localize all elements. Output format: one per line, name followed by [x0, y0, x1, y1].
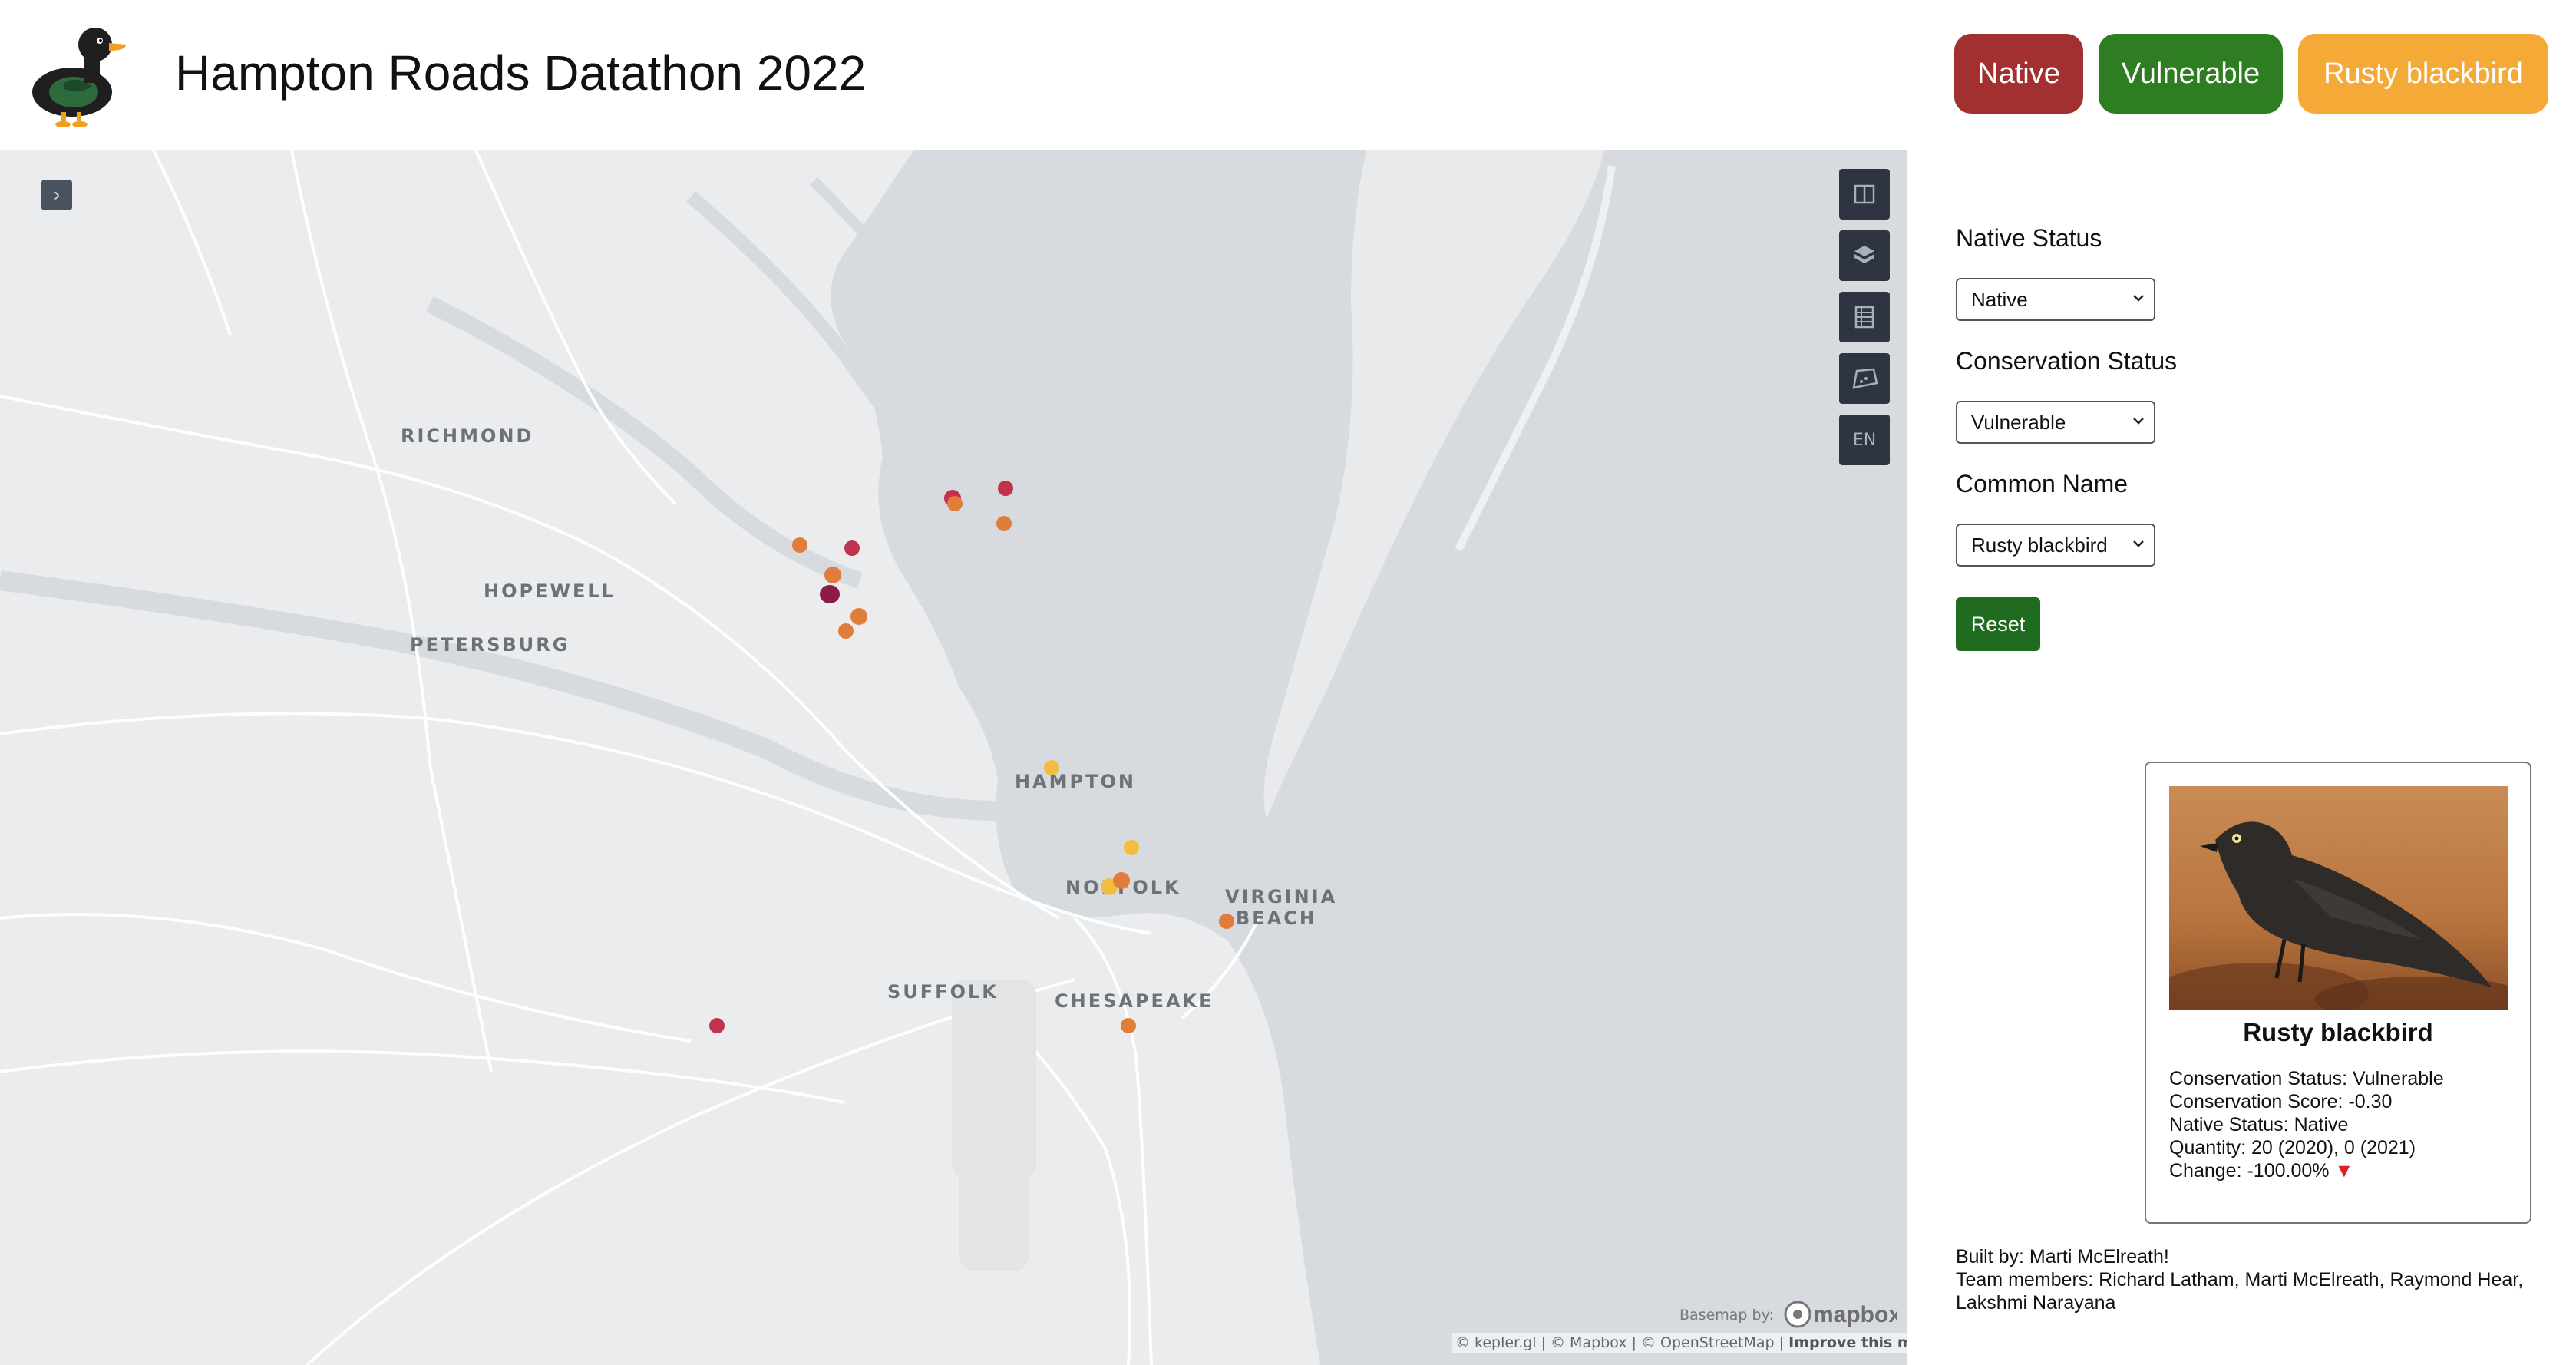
app-header: Hampton Roads Datathon 2022 Native Vulne…: [0, 0, 2576, 150]
place-label-suffolk: SUFFOLK: [887, 981, 999, 1003]
observation-point[interactable]: [1113, 872, 1130, 889]
observation-point[interactable]: [820, 585, 840, 603]
chip-label: Rusty blackbird: [2323, 57, 2523, 90]
native-status-label: Native Status: [1956, 224, 2102, 252]
native-status-select[interactable]: Native: [1956, 278, 2155, 321]
observation-point[interactable]: [1124, 840, 1139, 855]
place-label-beach: BEACH: [1236, 907, 1317, 929]
duck-logo: [32, 28, 126, 127]
change-row: Change: -100.00% ▼: [2169, 1159, 2444, 1182]
chevron-down-icon: [2133, 418, 2144, 425]
conservation-score-text: Conservation Score: -0.30: [2169, 1091, 2393, 1112]
observation-point[interactable]: [850, 608, 867, 625]
observation-point[interactable]: [1044, 760, 1059, 775]
chevron-right-icon: ›: [54, 184, 60, 205]
quantity-text: Quantity: 20 (2020), 0 (2021): [2169, 1137, 2416, 1158]
species-name: Rusty blackbird: [2243, 1018, 2433, 1046]
conservation-status-select[interactable]: Vulnerable: [1956, 401, 2155, 444]
page-title: Hampton Roads Datathon 2022: [175, 45, 867, 101]
select-value: Native: [1971, 287, 2028, 311]
language-button[interactable]: EN: [1839, 415, 1890, 465]
side-panel-toggle-button[interactable]: ›: [41, 180, 72, 210]
built-by-text: Built by: Marti McElreath!: [1956, 1246, 2169, 1268]
native-status-text: Native Status: Native: [2169, 1114, 2349, 1135]
bird-photo: [2169, 786, 2508, 1010]
observation-point[interactable]: [844, 540, 860, 556]
mapbox-logo-icon[interactable]: mapbox: [1782, 1299, 1897, 1330]
species-card: Rusty blackbird Conservation Status: Vul…: [2145, 762, 2531, 1224]
place-label-hopewell: HOPEWELL: [484, 580, 616, 602]
split-map-button[interactable]: [1839, 169, 1890, 220]
observation-point[interactable]: [996, 516, 1012, 531]
select-value: Vulnerable: [1971, 410, 2066, 434]
change-text: Change: -100.00%: [2169, 1160, 2330, 1182]
place-label-virginia: VIRGINIA: [1225, 886, 1338, 907]
observation-point[interactable]: [1121, 1018, 1136, 1033]
observation-point[interactable]: [998, 481, 1013, 496]
draw-polygon-icon: [1852, 368, 1878, 389]
chevron-down-icon: [2133, 540, 2144, 547]
basemap-credit: Basemap by:: [1679, 1307, 1774, 1324]
down-arrow-icon: ▼: [2334, 1160, 2354, 1182]
chip-label: Native: [1977, 57, 2060, 90]
conservation-status-text: Conservation Status: Vulnerable: [2169, 1068, 2444, 1089]
select-value: Rusty blackbird: [1971, 533, 2108, 557]
native-status-chip[interactable]: Native: [1954, 34, 2083, 114]
reset-button[interactable]: Reset: [1956, 597, 2040, 651]
language-label: EN: [1852, 430, 1877, 450]
observation-point[interactable]: [838, 623, 854, 639]
legend-button[interactable]: [1839, 292, 1890, 342]
chip-label: Vulnerable: [2121, 57, 2261, 90]
map-attribution: © kepler.gl | © Mapbox | © OpenStreetMap…: [1452, 1333, 1907, 1353]
improve-map-link[interactable]: Improve this map: [1788, 1334, 1907, 1351]
conservation-status-label: Conservation Status: [1956, 347, 2178, 375]
3d-view-button[interactable]: [1839, 230, 1890, 281]
common-name-select[interactable]: Rusty blackbird: [1956, 524, 2155, 567]
common-name-label: Common Name: [1956, 470, 2129, 497]
observation-point[interactable]: [947, 496, 963, 511]
legend-icon: [1854, 306, 1874, 329]
conservation-status-chip[interactable]: Vulnerable: [2099, 34, 2283, 114]
basemap: [0, 150, 1907, 1365]
species-facts: Conservation Status: Vulnerable Conserva…: [2169, 1067, 2444, 1182]
attribution-text: © kepler.gl | © Mapbox | © OpenStreetMap…: [1455, 1334, 1789, 1351]
split-map-icon: [1854, 184, 1875, 204]
observation-point[interactable]: [792, 537, 807, 553]
kepler-map[interactable]: RICHMOND HOPEWELL PETERSBURG HAMPTON NOR…: [0, 150, 1907, 1365]
place-label-chesapeake: CHESAPEAKE: [1055, 990, 1214, 1012]
observation-point[interactable]: [1219, 914, 1234, 929]
credits: Built by: Marti McElreath! Team members:…: [1956, 1245, 2539, 1314]
place-label-richmond: RICHMOND: [401, 425, 534, 447]
observation-point[interactable]: [709, 1018, 725, 1033]
chevron-down-icon: [2133, 295, 2144, 302]
place-label-hampton: HAMPTON: [1015, 771, 1136, 792]
draw-on-map-button[interactable]: [1839, 353, 1890, 404]
place-label-petersburg: PETERSBURG: [410, 634, 570, 656]
team-members-text: Team members: Richard Latham, Marti McEl…: [1956, 1269, 2524, 1314]
mapbox-wordmark: mapbox: [1813, 1302, 1897, 1327]
common-name-chip[interactable]: Rusty blackbird: [2298, 34, 2548, 114]
3d-perspective-icon: [1854, 246, 1874, 263]
observation-point[interactable]: [824, 567, 841, 583]
